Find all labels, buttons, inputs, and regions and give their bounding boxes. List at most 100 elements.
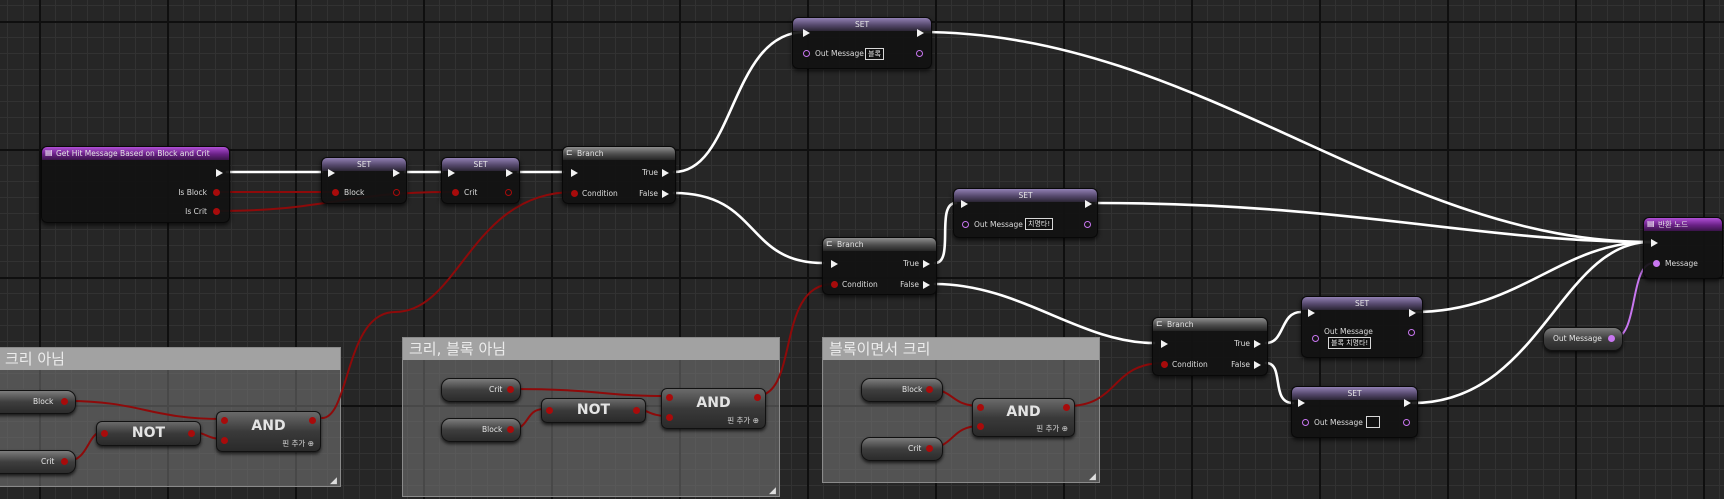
block-in-pin[interactable]	[332, 189, 339, 196]
branch-icon: ⊏	[566, 148, 573, 157]
getter-label: Crit	[908, 444, 922, 453]
out-message-out-pin[interactable]	[1403, 419, 1410, 426]
and-out-pin[interactable]	[1063, 404, 1070, 411]
exec-in-pin[interactable]	[831, 260, 838, 268]
crit-getter-node[interactable]: Crit	[441, 378, 521, 402]
add-pin-button[interactable]: 핀 추가 ⊕	[727, 415, 759, 426]
blueprint-graph-canvas[interactable]: 크리 아님 ◢ 크리, 블록 아님 ◢ 블록이면서 크리 ◢ ▤ Get Hit…	[0, 0, 1724, 499]
add-pin-button[interactable]: 핀 추가 ⊕	[1036, 423, 1068, 434]
out-message-out-pin[interactable]	[1084, 221, 1091, 228]
condition-pin[interactable]	[571, 190, 578, 197]
true-exec-pin[interactable]	[923, 260, 930, 268]
crit-getter-node[interactable]: Crit	[0, 450, 76, 474]
block-out-pin[interactable]	[393, 189, 400, 196]
and-in-pin-b[interactable]	[221, 437, 228, 444]
set-out-message-crit-node[interactable]: SET Out Message 치명타!	[953, 188, 1098, 238]
out-message-value-field[interactable]: 블록 치명타!	[1328, 337, 1372, 349]
block-getter-node[interactable]: Block	[861, 378, 943, 402]
crit-pin[interactable]	[61, 458, 68, 465]
out-message-getter-node[interactable]: Out Message	[1543, 327, 1623, 351]
exec-out-pin[interactable]	[1409, 309, 1416, 317]
out-message-in-pin[interactable]	[803, 50, 810, 57]
crit-getter-node[interactable]: Crit	[861, 437, 943, 461]
exec-out-pin[interactable]	[1085, 200, 1092, 208]
block-getter-node[interactable]: Block	[0, 390, 76, 414]
pin-label-out-message: Out Message	[815, 49, 864, 58]
set-out-message-block-node[interactable]: SET Out Message 블록	[792, 17, 932, 69]
out-message-out-pin[interactable]	[916, 50, 923, 57]
pin-label-block: Block	[344, 188, 365, 197]
exec-out-pin[interactable]	[917, 29, 924, 37]
false-exec-pin[interactable]	[1254, 361, 1261, 369]
is-block-pin[interactable]	[213, 189, 220, 196]
set-crit-node[interactable]: SET Crit	[441, 157, 520, 204]
function-entry-node[interactable]: ▤ Get Hit Message Based on Block and Crit…	[41, 146, 230, 223]
branch-node-2[interactable]: ⊏ Branch True Condition False	[822, 237, 937, 295]
exec-in-pin[interactable]	[328, 169, 335, 177]
not-out-pin[interactable]	[188, 430, 195, 437]
exec-wire	[1411, 240, 1652, 405]
and-out-pin[interactable]	[309, 417, 316, 424]
set-block-node[interactable]: SET Block	[321, 157, 407, 204]
pin-label-true: True	[642, 168, 658, 177]
node-title: Branch	[837, 240, 864, 249]
is-crit-pin[interactable]	[213, 208, 220, 215]
block-getter-node[interactable]: Block	[441, 418, 521, 442]
out-message-out-pin[interactable]	[1408, 329, 1415, 336]
true-exec-pin[interactable]	[662, 169, 669, 177]
set-out-message-block-crit-node[interactable]: SET Out Message 블록 치명타!	[1301, 296, 1423, 358]
and-in-pin-b[interactable]	[977, 423, 984, 430]
block-pin[interactable]	[926, 386, 933, 393]
return-node[interactable]: ▤ 반환 노드 Message	[1643, 217, 1723, 279]
block-pin[interactable]	[507, 426, 514, 433]
and-in-pin-b[interactable]	[666, 414, 673, 421]
exec-out-pin[interactable]	[1404, 399, 1411, 407]
out-message-in-pin[interactable]	[1312, 335, 1319, 342]
and-node[interactable]: AND 핀 추가 ⊕	[972, 398, 1075, 437]
not-node[interactable]: NOT	[96, 421, 201, 446]
false-exec-pin[interactable]	[662, 190, 669, 198]
exec-in-pin[interactable]	[448, 169, 455, 177]
crit-pin[interactable]	[507, 386, 514, 393]
out-message-value-field[interactable]: 블록	[865, 48, 884, 60]
node-title: Branch	[1167, 320, 1194, 329]
condition-pin[interactable]	[831, 281, 838, 288]
block-pin[interactable]	[61, 398, 68, 405]
exec-out-pin[interactable]	[506, 169, 513, 177]
crit-pin[interactable]	[926, 445, 933, 452]
message-pin[interactable]	[1653, 260, 1660, 267]
exec-out-pin[interactable]	[216, 169, 223, 177]
exec-in-pin[interactable]	[1161, 340, 1168, 348]
exec-in-pin[interactable]	[1651, 239, 1658, 247]
set-out-message-empty-node[interactable]: SET Out Message	[1291, 386, 1418, 438]
false-exec-pin[interactable]	[923, 281, 930, 289]
not-node[interactable]: NOT	[541, 398, 646, 423]
exec-in-pin[interactable]	[1298, 399, 1305, 407]
not-out-pin[interactable]	[633, 407, 640, 414]
and-out-pin[interactable]	[754, 394, 761, 401]
branch-node-1[interactable]: ⊏ Branch True Condition False	[562, 146, 676, 204]
out-message-value-field[interactable]: 치명타!	[1025, 218, 1054, 230]
crit-in-pin[interactable]	[452, 189, 459, 196]
getter-label: Block	[902, 385, 923, 394]
out-message-value-field[interactable]	[1366, 416, 1380, 428]
exec-in-pin[interactable]	[571, 169, 578, 177]
exec-in-pin[interactable]	[1308, 309, 1315, 317]
and-node[interactable]: AND 핀 추가 ⊕	[661, 388, 766, 429]
true-exec-pin[interactable]	[1254, 340, 1261, 348]
exec-out-pin[interactable]	[393, 169, 400, 177]
exec-in-pin[interactable]	[961, 200, 968, 208]
branch-node-3[interactable]: ⊏ Branch True Condition False	[1152, 317, 1268, 376]
condition-pin[interactable]	[1161, 361, 1168, 368]
exec-wire	[672, 30, 807, 174]
add-pin-button[interactable]: 핀 추가 ⊕	[282, 438, 314, 449]
node-title: SET	[1302, 297, 1422, 310]
branch-icon: ⊏	[1156, 319, 1163, 328]
out-message-in-pin[interactable]	[1302, 419, 1309, 426]
out-message-in-pin[interactable]	[962, 221, 969, 228]
crit-out-pin[interactable]	[505, 189, 512, 196]
and-node[interactable]: AND 핀 추가 ⊕	[216, 411, 321, 452]
out-message-pin[interactable]	[1608, 335, 1615, 342]
exec-in-pin[interactable]	[803, 29, 810, 37]
plus-circle-icon: ⊕	[1061, 424, 1068, 433]
